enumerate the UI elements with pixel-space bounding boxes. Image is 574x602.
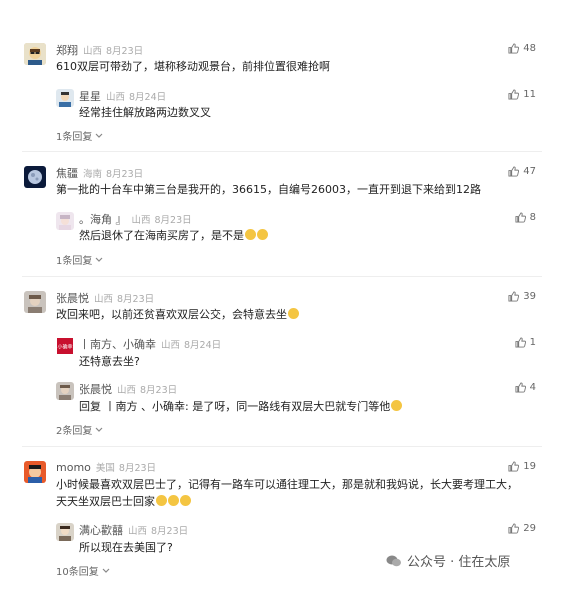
like-count: 4 bbox=[529, 382, 536, 393]
like-count: 1 bbox=[529, 337, 536, 348]
emoji-icon bbox=[180, 495, 191, 506]
expand-replies-button[interactable]: 2条回复 bbox=[56, 422, 103, 437]
reply-text: 还特意去坐? bbox=[79, 355, 140, 368]
like-count: 29 bbox=[523, 523, 536, 534]
thumbs-up-icon bbox=[515, 337, 526, 348]
comment-text: 改回来吧，以前还贫喜欢双层公交，会特意去坐 bbox=[56, 306, 299, 323]
avatar[interactable] bbox=[56, 212, 74, 230]
reply-author[interactable]: 。海角 』山西 8月23日 bbox=[79, 211, 192, 227]
divider bbox=[22, 276, 542, 277]
divider bbox=[22, 151, 542, 152]
comment-text: 第一批的十台车中第三台是我开的，36615，自编号26003，一直开到退下来给到… bbox=[56, 183, 481, 196]
chevron-down-icon bbox=[95, 133, 103, 138]
avatar[interactable] bbox=[24, 43, 46, 65]
expand-replies-button[interactable]: 1条回复 bbox=[56, 252, 103, 267]
avatar[interactable] bbox=[56, 523, 74, 541]
reply-author[interactable]: 丨南方、小确幸 山西 8月24日 bbox=[79, 336, 221, 352]
chevron-down-icon bbox=[102, 568, 110, 573]
thumbs-up-icon bbox=[508, 89, 520, 100]
like-count: 19 bbox=[523, 461, 536, 472]
like-button[interactable]: 11 bbox=[508, 89, 536, 100]
comment-author[interactable]: 张晨悦 山西 8月23日 bbox=[56, 290, 154, 306]
thumbs-up-icon bbox=[515, 382, 526, 393]
reply-text: 回复 丨南方 、小确幸: 是了呀，同一路线有双层大巴就专门等他 bbox=[79, 398, 403, 415]
avatar[interactable] bbox=[24, 166, 46, 188]
svg-text:小确幸: 小确幸 bbox=[57, 344, 72, 351]
wechat-icon bbox=[386, 555, 401, 566]
thumbs-up-icon bbox=[508, 43, 520, 54]
like-count: 39 bbox=[523, 291, 536, 302]
thumbs-up-icon bbox=[515, 212, 526, 223]
reply-text: 经常挂住解放路两边数叉叉 bbox=[79, 106, 211, 119]
like-button[interactable]: 47 bbox=[508, 166, 536, 177]
like-button[interactable]: 48 bbox=[508, 43, 536, 54]
reply-author[interactable]: 星星 山西 8月24日 bbox=[79, 88, 166, 104]
like-button[interactable]: 29 bbox=[508, 523, 536, 534]
like-count: 8 bbox=[529, 212, 536, 223]
reply-text: 然后退休了在海南买房了，是不是 bbox=[79, 227, 268, 244]
emoji-icon bbox=[168, 495, 179, 506]
reply-text: 所以现在去美国了? bbox=[79, 541, 173, 554]
emoji-icon bbox=[245, 229, 256, 240]
expand-replies-button[interactable]: 10条回复 bbox=[56, 563, 110, 578]
like-button[interactable]: 8 bbox=[515, 212, 536, 223]
divider bbox=[22, 446, 542, 447]
like-count: 48 bbox=[523, 43, 536, 54]
thumbs-up-icon bbox=[508, 461, 520, 472]
like-button[interactable]: 39 bbox=[508, 291, 536, 302]
reply-author[interactable]: 满心歡囍 山西 8月23日 bbox=[79, 522, 188, 538]
emoji-icon bbox=[391, 400, 403, 411]
emoji-icon bbox=[257, 229, 268, 240]
avatar[interactable] bbox=[56, 382, 74, 400]
thumbs-up-icon bbox=[508, 166, 520, 177]
watermark: 公众号 · 住在太原 bbox=[386, 551, 510, 570]
emoji-icon bbox=[156, 495, 167, 506]
avatar[interactable] bbox=[24, 291, 46, 313]
avatar[interactable] bbox=[56, 89, 74, 107]
like-button[interactable]: 4 bbox=[515, 382, 536, 393]
avatar[interactable]: 小确幸 bbox=[56, 337, 74, 355]
comment-author[interactable]: 焦疆 海南 8月23日 bbox=[56, 165, 143, 181]
like-button[interactable]: 1 bbox=[515, 337, 536, 348]
like-count: 47 bbox=[523, 166, 536, 177]
avatar[interactable] bbox=[24, 461, 46, 483]
comment-text: 天天坐双层巴士回家 bbox=[56, 493, 191, 510]
reply-author[interactable]: 张晨悦 山西 8月23日 bbox=[79, 381, 177, 397]
emoji-icon bbox=[288, 308, 299, 319]
expand-replies-button[interactable]: 1条回复 bbox=[56, 128, 103, 143]
like-button[interactable]: 19 bbox=[508, 461, 536, 472]
comment-text: 小时候最喜欢双层巴士了，记得有一路车可以通往理工大，那是就和我妈说，长大要考理工… bbox=[56, 478, 518, 491]
like-count: 11 bbox=[523, 89, 536, 100]
chevron-down-icon bbox=[95, 257, 103, 262]
chevron-down-icon bbox=[95, 427, 103, 432]
thumbs-up-icon bbox=[508, 523, 520, 534]
comment-author[interactable]: 郑翔 山西 8月23日 bbox=[56, 42, 143, 58]
comment-text: 610双层可带劲了，堪称移动观景台，前排位置很难抢啊 bbox=[56, 60, 330, 73]
thumbs-up-icon bbox=[508, 291, 520, 302]
comment-author[interactable]: momo 美国 8月23日 bbox=[56, 460, 156, 474]
